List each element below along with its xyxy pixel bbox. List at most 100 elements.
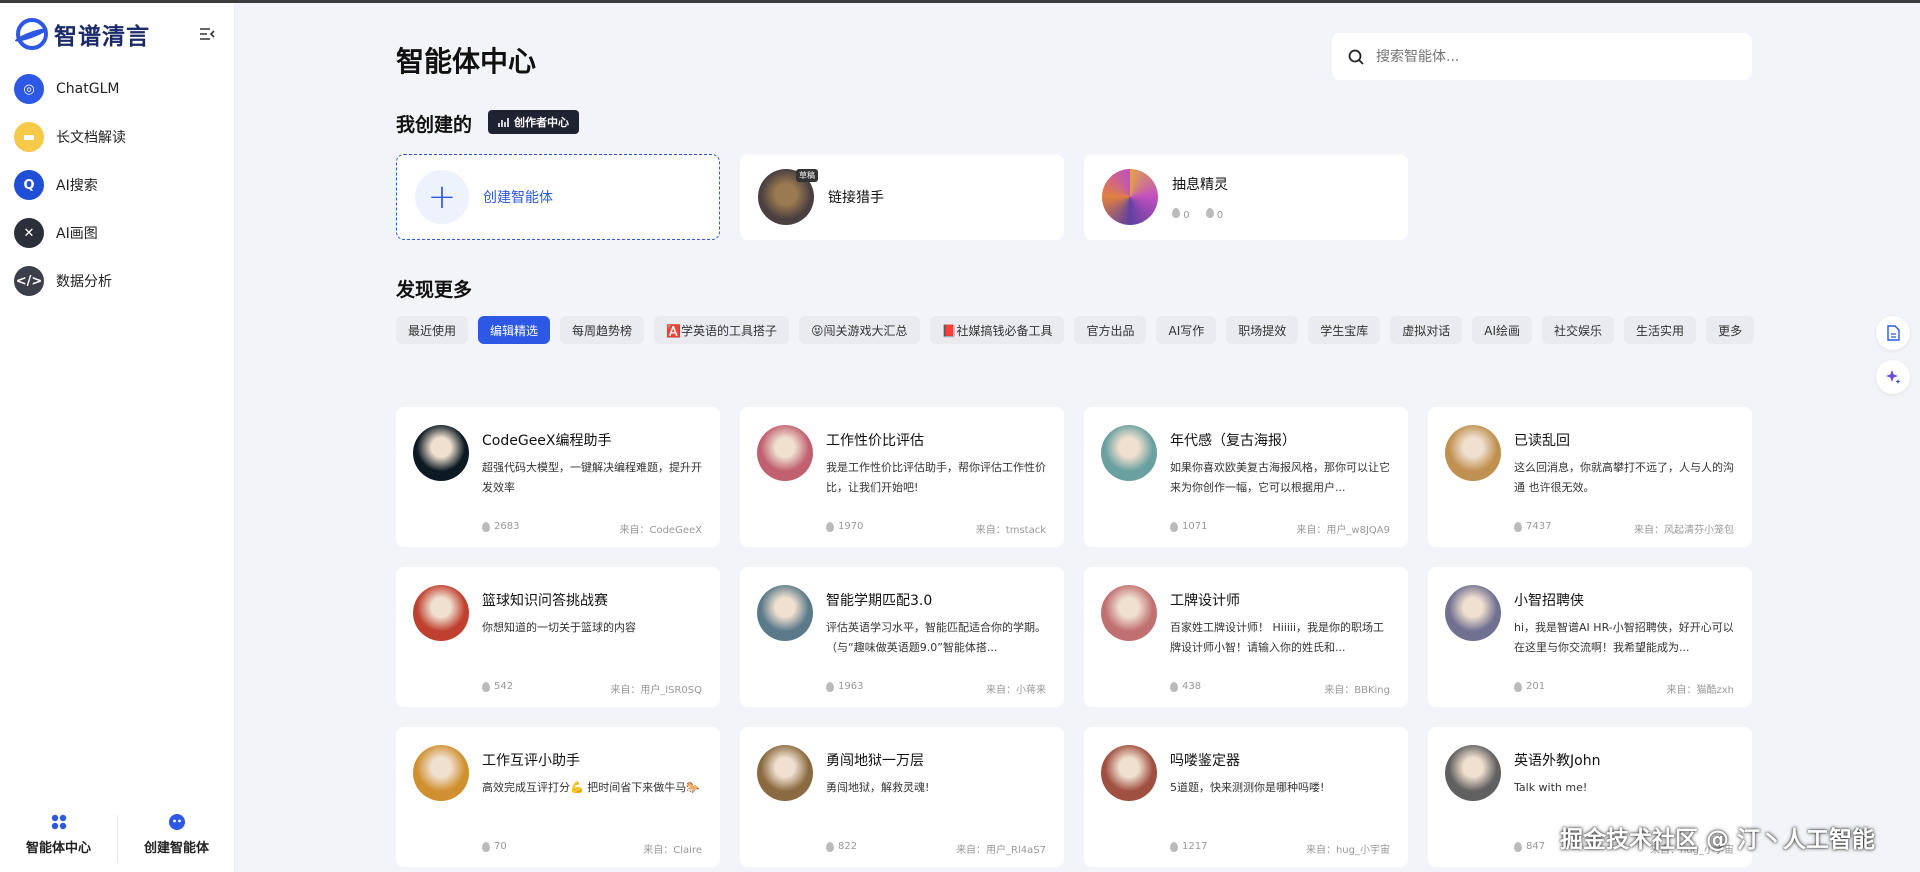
my-agent-card[interactable]: 草稿 链接猎手	[740, 154, 1064, 240]
chat-icon	[1205, 207, 1214, 218]
agent-name: 工牌设计师	[1170, 593, 1240, 609]
agent-card[interactable]: 吗喽鉴定器 5道题，快来测测你是哪种吗喽! 1217 来自：hug_小宇宙	[1084, 727, 1408, 867]
likes-count: 847	[1526, 841, 1546, 852]
logo-text: 智谱清言	[54, 24, 150, 50]
agent-description: 高效完成互评打分💪 把时间省下来做牛马🐎	[482, 781, 700, 794]
fire-icon	[1170, 841, 1178, 852]
agent-card[interactable]: 年代感（复古海报） 如果你喜欢欧美复古海报风格，那你可以让它来为你创作一幅，它可以…	[1084, 407, 1408, 547]
agent-card[interactable]: 智能学期匹配3.0 评估英语学习水平，智能匹配适合你的学期。（与“趣味做英语题9.…	[740, 567, 1064, 707]
category-tag[interactable]: 📕社媒搞钱必备工具	[929, 316, 1065, 344]
category-tag[interactable]: AI绘画	[1472, 316, 1533, 344]
fire-icon	[826, 521, 834, 532]
document-icon	[1887, 325, 1900, 341]
uses-count: 0	[1205, 207, 1223, 221]
category-tag[interactable]: 😝闯关游戏大汇总	[799, 316, 920, 344]
agent-center-button[interactable]: 智能体中心	[0, 813, 117, 863]
agent-avatar	[1101, 745, 1157, 801]
agent-likes: 1217	[1170, 841, 1207, 852]
create-agent-nav-button[interactable]: 创建智能体	[118, 813, 235, 863]
likes-count: 542	[494, 681, 514, 692]
document-button[interactable]	[1876, 316, 1910, 350]
agent-source: 来自：小蒋来	[986, 685, 1046, 696]
agent-name: 年代感（复古海报）	[1170, 433, 1296, 449]
category-tag[interactable]: 每周趋势榜	[560, 316, 645, 344]
fire-icon	[1514, 681, 1522, 692]
sidebar-item-label: 数据分析	[56, 274, 112, 290]
agent-avatar	[757, 585, 813, 641]
agent-avatar: 草稿	[758, 169, 818, 225]
agent-description: Talk with me!	[1514, 781, 1588, 794]
agent-name: 抽息精灵	[1172, 176, 1228, 193]
agent-description: 这么回消息，你就高攀打不远了，人与人的沟通 也许很无效。	[1514, 461, 1734, 494]
agent-card[interactable]: 已读乱回 这么回消息，你就高攀打不远了，人与人的沟通 也许很无效。 7437 来自：风…	[1428, 407, 1752, 547]
agent-card[interactable]: 工作性价比评估 我是工作性价比评估助手，帮你评估工作性价比，让我们开始吧! 1970…	[740, 407, 1064, 547]
agent-description: 你想知道的一切关于篮球的内容	[482, 621, 636, 634]
agent-avatar	[1445, 425, 1501, 481]
agent-name: 英语外教John	[1514, 753, 1601, 769]
agent-likes: 542	[482, 681, 513, 692]
fire-icon	[826, 841, 834, 852]
agent-source: 来自：用户_Rl4aS7	[956, 845, 1046, 856]
agent-likes: 201	[1514, 681, 1545, 692]
likes-count: 70	[494, 841, 507, 852]
agent-name: 篮球知识问答挑战赛	[482, 593, 608, 609]
fire-icon	[826, 681, 834, 692]
agent-avatar	[1445, 585, 1501, 641]
sparkle-icon	[1886, 370, 1901, 384]
search-box[interactable]	[1332, 33, 1752, 80]
creator-center-button[interactable]: 创作者中心	[488, 110, 579, 134]
agent-avatar	[413, 585, 469, 641]
agent-description: hi，我是智谱AI HR-小智招聘侠，好开心可以在这里与你交流啊！我希望能成为.…	[1514, 621, 1734, 654]
agent-likes: 1071	[1170, 521, 1207, 532]
agent-likes: 438	[1170, 681, 1201, 692]
category-tag[interactable]: 生活实用	[1624, 316, 1697, 344]
sidebar-bottom-nav: 智能体中心 创建智能体	[0, 813, 235, 863]
category-tag[interactable]: AI写作	[1156, 316, 1217, 344]
agent-card[interactable]: 小智招聘侠 hi，我是智谱AI HR-小智招聘侠，好开心可以在这里与你交流啊！我希…	[1428, 567, 1752, 707]
fire-icon	[1514, 521, 1522, 532]
create-agent-card[interactable]: + 创建智能体	[396, 154, 720, 240]
sidebar-item-label: AI搜索	[56, 178, 98, 194]
category-tag[interactable]: 社交娱乐	[1542, 316, 1615, 344]
my-created-title: 我创建的	[396, 114, 473, 136]
category-tag[interactable]: 学生宝库	[1308, 316, 1381, 344]
sidebar-item-chatglm[interactable]: ◎ ChatGLM	[14, 65, 224, 113]
brand-logo[interactable]: 智谱清言	[16, 17, 150, 51]
agent-card[interactable]: 篮球知识问答挑战赛 你想知道的一切关于篮球的内容 542 来自：用户_lSR0SQ	[396, 567, 720, 707]
window-top-border	[0, 0, 1920, 3]
agent-name: CodeGeeX编程助手	[482, 433, 612, 449]
sidebar-item-ai-draw[interactable]: ✕ AI画图	[14, 209, 224, 257]
category-tag[interactable]: 官方出品	[1074, 316, 1147, 344]
draft-badge: 草稿	[796, 169, 818, 182]
sidebar-item-long-doc[interactable]: ▬ 长文档解读	[14, 113, 224, 161]
category-tag[interactable]: 虚拟对话	[1390, 316, 1463, 344]
search-input[interactable]	[1376, 48, 1716, 65]
category-tags: 最近使用 编辑精选 每周趋势榜 🅰️学英语的工具搭子 😝闯关游戏大汇总 📕社媒搞钱必备工具…	[396, 316, 1756, 344]
category-tag[interactable]: 更多	[1706, 316, 1755, 344]
agent-card[interactable]: CodeGeeX编程助手 超强代码大模型，一键解决编程难题，提升开发效率 2683 来…	[396, 407, 720, 547]
sidebar-item-ai-search[interactable]: Q AI搜索	[14, 161, 224, 209]
search-icon: Q	[14, 170, 44, 200]
fire-icon	[482, 521, 490, 532]
agent-card[interactable]: 勇闯地狱一万层 勇闯地狱，解救灵魂! 822 来自：用户_Rl4aS7	[740, 727, 1064, 867]
page-title: 智能体中心	[396, 45, 537, 78]
category-tag[interactable]: 职场提效	[1226, 316, 1299, 344]
category-tag[interactable]: 🅰️学英语的工具搭子	[654, 316, 789, 344]
collapse-sidebar-icon[interactable]	[198, 25, 216, 43]
sidebar-item-data-analysis[interactable]: </> 数据分析	[14, 257, 224, 305]
search-icon	[1348, 49, 1364, 65]
fire-icon	[1172, 207, 1180, 218]
likes-count: 1071	[1182, 521, 1208, 532]
agent-grid: CodeGeeX编程助手 超强代码大模型，一键解决编程难题，提升开发效率 2683 来…	[396, 407, 1752, 867]
agent-name: 勇闯地狱一万层	[826, 753, 924, 769]
category-tag[interactable]: 编辑精选	[478, 316, 551, 344]
agent-card[interactable]: 工牌设计师 百家姓工牌设计师！ Hiiiii，我是你的职场工牌设计师小智！请输入你…	[1084, 567, 1408, 707]
agent-card[interactable]: 工作互评小助手 高效完成互评打分💪 把时间省下来做牛马🐎 70 来自：Claire	[396, 727, 720, 867]
fire-icon	[482, 841, 490, 852]
sparkle-button[interactable]	[1876, 360, 1910, 394]
agent-name: 工作性价比评估	[826, 433, 924, 449]
category-tag[interactable]: 最近使用	[396, 316, 469, 344]
sidebar-item-label: ChatGLM	[56, 81, 120, 97]
agent-description: 超强代码大模型，一键解决编程难题，提升开发效率	[482, 461, 702, 494]
my-agent-card[interactable]: 抽息精灵 0 0	[1084, 154, 1408, 240]
